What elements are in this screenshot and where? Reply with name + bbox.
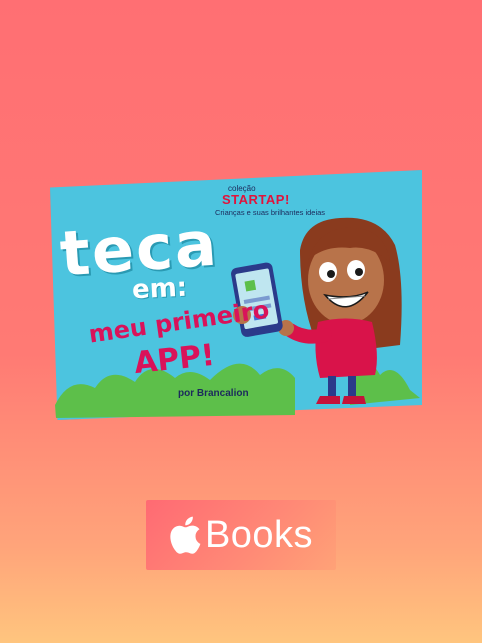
apple-logo-icon	[170, 516, 201, 554]
book-author: por Brancalion	[178, 388, 249, 399]
books-label: Books	[204, 513, 314, 556]
girl-shoe-right	[342, 396, 366, 404]
apple-books-badge[interactable]: Books	[146, 500, 336, 570]
book-title-connector: em:	[131, 272, 188, 306]
girl-shoe-left	[316, 396, 340, 404]
book-cover[interactable]: coleção STARTAP! Crianças e suas brilhan…	[50, 170, 422, 420]
girl-shirt	[315, 318, 377, 378]
collection-subtitle: Crianças e suas brilhantes ideias	[215, 208, 326, 217]
collection-name: STARTAP!	[222, 192, 290, 207]
